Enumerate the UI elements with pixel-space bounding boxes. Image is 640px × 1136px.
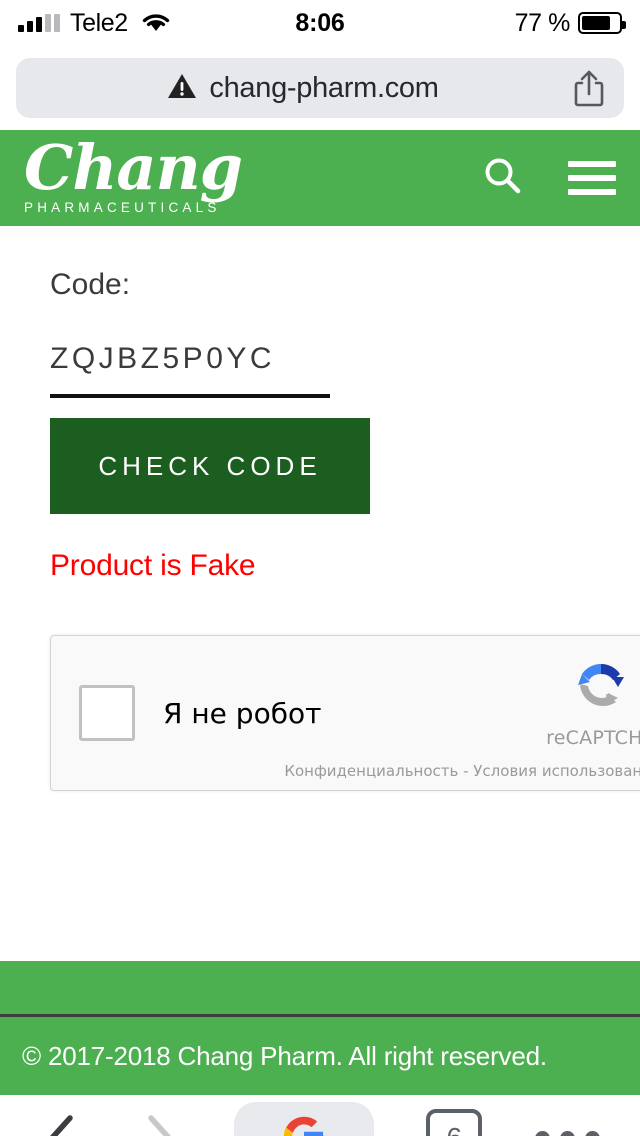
- check-code-button[interactable]: CHECK CODE: [50, 418, 370, 514]
- code-check-form: Code: CHECK CODE Product is Fake Я не ро…: [0, 238, 640, 791]
- forward-chevron-icon: [137, 1112, 181, 1136]
- site-logo-title: Chang: [24, 131, 243, 205]
- google-search-button[interactable]: [233, 1102, 374, 1136]
- url-bar[interactable]: chang-pharm.com: [16, 58, 624, 118]
- status-bar-left: Tele2: [18, 9, 172, 38]
- recaptcha-brand: reCAPTCHA: [541, 654, 640, 749]
- recaptcha-checkbox[interactable]: [79, 685, 135, 741]
- wifi-icon: [140, 9, 172, 38]
- cellular-signal-icon: [18, 14, 60, 32]
- recaptcha-logo-icon: [568, 654, 634, 725]
- url-bar-center[interactable]: chang-pharm.com: [34, 72, 572, 105]
- share-icon[interactable]: [572, 68, 606, 108]
- site-logo-subtitle: PHARMACEUTICALS: [24, 200, 221, 216]
- clipped-heading-row: [0, 226, 640, 238]
- status-bar-right: 77 %: [514, 8, 626, 38]
- site-logo[interactable]: Chang PHARMACEUTICALS: [24, 137, 243, 216]
- content-spacer: [0, 791, 640, 961]
- site-header: Chang PHARMACEUTICALS: [0, 130, 640, 226]
- back-chevron-icon[interactable]: [40, 1112, 84, 1136]
- status-bar: Tele2 8:06 77 %: [0, 0, 640, 46]
- search-icon[interactable]: [480, 154, 524, 203]
- result-message: Product is Fake: [50, 549, 256, 582]
- battery-percent: 77 %: [514, 8, 571, 37]
- hamburger-menu-icon[interactable]: [568, 161, 616, 195]
- page-content: Code: CHECK CODE Product is Fake Я не ро…: [0, 226, 640, 791]
- footer-copyright: © 2017-2018 Chang Pharm. All right reser…: [22, 1040, 547, 1071]
- recaptcha-widget[interactable]: Я не робот reCAPTCHA Конфиденциальность …: [50, 635, 640, 791]
- code-input[interactable]: [50, 342, 330, 398]
- footer: © 2017-2018 Chang Pharm. All right reser…: [0, 1017, 640, 1095]
- google-logo-icon: [282, 1114, 326, 1136]
- recaptcha-terms[interactable]: Конфиденциальность - Условия использован…: [284, 762, 640, 780]
- battery-icon: [578, 12, 626, 34]
- recaptcha-brand-name: reCAPTCHA: [546, 727, 640, 749]
- browser-toolbar: 6: [0, 1095, 640, 1136]
- recaptcha-label: Я не робот: [163, 696, 322, 730]
- warning-triangle-icon: [167, 72, 197, 105]
- carrier-name: Tele2: [70, 8, 128, 37]
- tab-count-button[interactable]: 6: [426, 1109, 483, 1136]
- more-dots-icon[interactable]: [535, 1130, 600, 1136]
- browser-url-bar-container: chang-pharm.com: [0, 46, 640, 130]
- footer-upper-band: [0, 961, 640, 1017]
- code-label: Code:: [50, 268, 131, 301]
- url-text: chang-pharm.com: [209, 71, 439, 104]
- site-header-actions: [480, 154, 616, 203]
